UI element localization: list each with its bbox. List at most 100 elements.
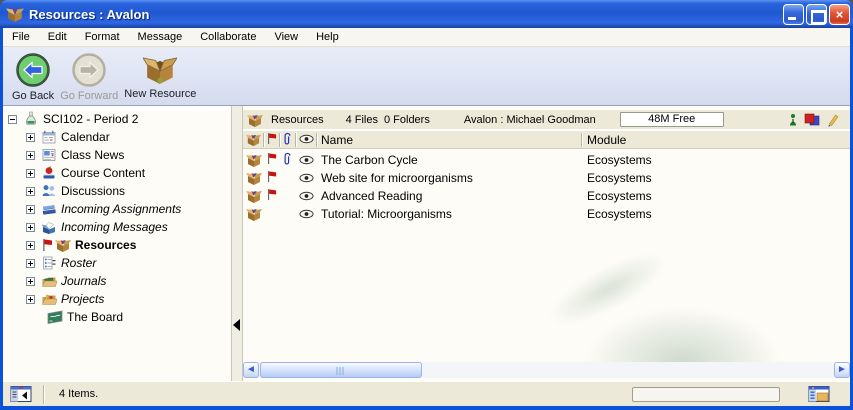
app-box-icon	[6, 5, 24, 23]
scroll-right-button[interactable]: ►	[834, 362, 850, 378]
flag-icon	[266, 170, 277, 183]
column-header-module[interactable]: Module	[587, 133, 626, 147]
resource-row[interactable]: Tutorial: Microorganisms Ecosystems	[243, 205, 850, 223]
expand-toggle-icon[interactable]	[26, 169, 35, 178]
attachment-column-icon[interactable]	[282, 132, 293, 146]
resource-type-column-icon[interactable]	[246, 132, 261, 147]
status-bar: 4 Items.	[3, 381, 850, 406]
panel-title: Resources	[271, 114, 324, 126]
collapse-toggle-icon[interactable]	[8, 115, 17, 124]
board-icon	[47, 309, 63, 325]
resource-name[interactable]: Tutorial: Microorganisms	[321, 207, 452, 221]
horizontal-scrollbar[interactable]: ◄ ►	[243, 362, 850, 378]
scrollbar-thumb[interactable]	[260, 362, 422, 378]
title-bar[interactable]: Resources : Avalon ×	[0, 0, 853, 28]
resource-row[interactable]: Advanced Reading Ecosystems	[243, 187, 850, 205]
flask-icon	[23, 111, 39, 127]
tree-item-label: Calendar	[61, 130, 110, 144]
expand-toggle-icon[interactable]	[26, 205, 35, 214]
go-forward-button[interactable]: Go Forward	[57, 51, 121, 103]
tree-item-label: Course Content	[61, 166, 145, 180]
menu-message[interactable]: Message	[129, 29, 192, 45]
tree-item-incoming-messages[interactable]: Incoming Messages	[3, 218, 231, 236]
resource-name[interactable]: The Carbon Cycle	[321, 153, 418, 167]
tree-item-calendar[interactable]: Calendar	[3, 128, 231, 146]
attachment-icon	[282, 152, 293, 166]
file-count: 4 Files	[346, 114, 378, 126]
menu-help[interactable]: Help	[307, 29, 348, 45]
menu-file[interactable]: File	[3, 29, 39, 45]
eye-icon[interactable]	[299, 155, 314, 165]
menu-view[interactable]: View	[265, 29, 307, 45]
expand-toggle-icon[interactable]	[26, 133, 35, 142]
menu-format[interactable]: Format	[76, 29, 129, 45]
watermark-image	[588, 309, 778, 362]
expand-toggle-icon[interactable]	[26, 187, 35, 196]
expand-toggle-icon[interactable]	[26, 259, 35, 268]
resource-module: Ecosystems	[587, 207, 652, 221]
course-tree: SCI102 - Period 2 Calendar Class News Co…	[3, 110, 231, 381]
column-header-name[interactable]: Name	[321, 133, 353, 147]
tree-item-label: Roster	[61, 256, 96, 270]
collapse-arrow-icon[interactable]	[233, 319, 240, 331]
flag-icon	[41, 238, 53, 252]
panel-splitter[interactable]	[231, 106, 243, 381]
maximize-button[interactable]	[806, 4, 827, 25]
visibility-column-icon[interactable]	[299, 134, 314, 144]
resources-panel: Resources 4 Files 0 Folders Avalon : Mic…	[243, 106, 850, 381]
scroll-left-button[interactable]: ◄	[243, 362, 259, 378]
expand-toggle-icon[interactable]	[26, 295, 35, 304]
tree-item-label: The Board	[67, 310, 123, 324]
resource-name[interactable]: Web site for microorganisms	[321, 171, 473, 185]
eye-icon[interactable]	[299, 191, 314, 201]
go-back-button[interactable]: Go Back	[9, 51, 57, 103]
new-resource-button[interactable]: New Resource	[121, 51, 199, 101]
tree-item-journals[interactable]: Journals	[3, 272, 231, 290]
resources-list: The Carbon Cycle Ecosystems Web site for…	[243, 149, 850, 362]
application-window: Resources : Avalon × File Edit Format Me…	[0, 0, 853, 410]
resource-row[interactable]: The Carbon Cycle Ecosystems	[243, 151, 850, 169]
layout-toggle-icon[interactable]	[808, 385, 830, 403]
expand-toggle-icon[interactable]	[26, 151, 35, 160]
expand-toggle-icon[interactable]	[26, 277, 35, 286]
account-name: Avalon : Michael Goodman	[464, 114, 596, 126]
minimize-button[interactable]	[783, 4, 804, 25]
close-button[interactable]: ×	[829, 4, 850, 25]
tree-item-label: Journals	[61, 274, 106, 288]
resource-module: Ecosystems	[587, 189, 652, 203]
flag-column-icon[interactable]	[266, 132, 277, 145]
calendar-icon	[41, 129, 57, 145]
tree-item-discussions[interactable]: Discussions	[3, 182, 231, 200]
pencil-icon[interactable]	[826, 113, 840, 127]
tree-item-roster[interactable]: Roster	[3, 254, 231, 272]
resources-summary-bar: Resources 4 Files 0 Folders Avalon : Mic…	[243, 110, 850, 130]
resources-box-icon	[55, 237, 71, 253]
eye-icon[interactable]	[299, 173, 314, 183]
expand-toggle-icon[interactable]	[26, 241, 35, 250]
tree-item-projects[interactable]: Projects	[3, 290, 231, 308]
new-resource-label: New Resource	[124, 88, 196, 100]
expand-toggle-icon[interactable]	[26, 223, 35, 232]
content-area: SCI102 - Period 2 Calendar Class News Co…	[3, 106, 850, 381]
go-forward-label: Go Forward	[60, 90, 118, 102]
tree-item-incoming-assignments[interactable]: Incoming Assignments	[3, 200, 231, 218]
layers-icon[interactable]	[804, 113, 820, 127]
tree-item-course-content[interactable]: Course Content	[3, 164, 231, 182]
folder-count: 0 Folders	[384, 114, 430, 126]
resources-box-icon	[246, 188, 262, 204]
menu-edit[interactable]: Edit	[39, 29, 76, 45]
watermark-image	[541, 241, 675, 337]
eye-icon[interactable]	[299, 209, 314, 219]
menu-collaborate[interactable]: Collaborate	[191, 29, 265, 45]
resources-box-icon	[246, 206, 262, 222]
resource-row[interactable]: Web site for microorganisms Ecosystems	[243, 169, 850, 187]
resources-box-icon	[247, 112, 263, 128]
tree-root-course[interactable]: SCI102 - Period 2	[3, 110, 231, 128]
tree-item-resources[interactable]: Resources	[3, 236, 231, 254]
person-icon[interactable]	[788, 113, 798, 127]
resource-module: Ecosystems	[587, 171, 652, 185]
tree-item-class-news[interactable]: Class News	[3, 146, 231, 164]
resource-name[interactable]: Advanced Reading	[321, 189, 422, 203]
tree-item-the-board[interactable]: The Board	[3, 308, 231, 326]
toggle-panel-icon[interactable]	[10, 385, 32, 403]
